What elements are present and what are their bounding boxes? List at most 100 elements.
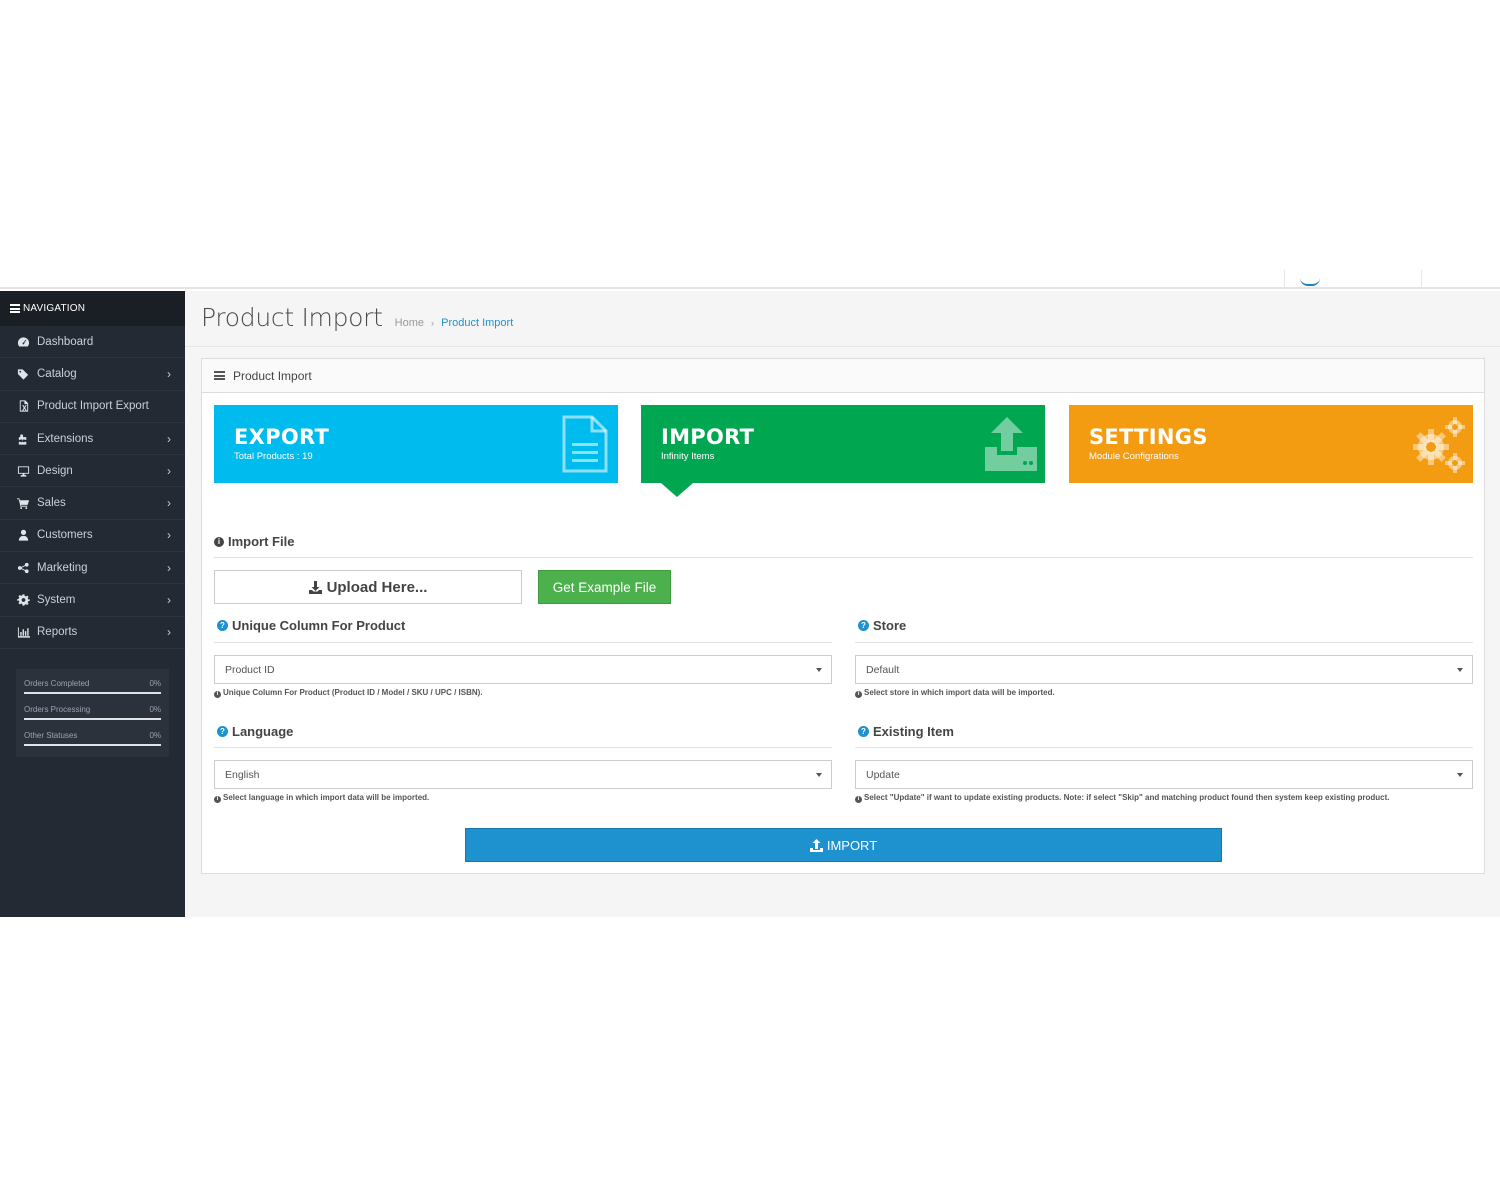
sidebar-item-product-import-export[interactable]: Product Import Export: [0, 391, 185, 423]
stat-progress-bar: [24, 691, 161, 694]
product-import-panel: Product Import EXPORT Total Products : 1…: [201, 358, 1485, 874]
breadcrumb-separator: ›: [431, 318, 435, 328]
help-text: Select language in which import data wil…: [223, 793, 430, 802]
puzzle-icon: [16, 433, 30, 445]
tile-title: SETTINGS: [1089, 425, 1208, 449]
section-divider: [855, 642, 1473, 643]
navigation-heading[interactable]: NAVIGATION: [0, 291, 185, 326]
help-text: Unique Column For Product (Product ID / …: [223, 688, 483, 697]
sidebar: NAVIGATION Dashboard Catalog › Product I…: [0, 291, 185, 917]
section-divider: [855, 747, 1473, 748]
sidebar-item-label: Marketing: [37, 561, 88, 574]
chevron-right-icon: ›: [167, 496, 171, 511]
user-icon: [16, 529, 30, 541]
question-icon: ?: [217, 726, 228, 737]
sidebar-item-sales[interactable]: Sales ›: [0, 487, 185, 520]
language-select[interactable]: English: [214, 760, 832, 789]
stat-progress-bar: [24, 717, 161, 720]
sidebar-item-label: Design: [37, 464, 73, 477]
import-button-label: IMPORT: [826, 837, 878, 853]
list-icon: [214, 370, 225, 382]
sidebar-item-label: Dashboard: [37, 335, 94, 348]
upload-button[interactable]: Upload Here...: [214, 570, 522, 604]
import-button[interactable]: IMPORT: [465, 828, 1222, 862]
chevron-right-icon: ›: [167, 625, 171, 640]
language-heading: ? Language: [217, 724, 293, 739]
panel-heading: Product Import: [202, 359, 1484, 393]
question-icon: ?: [217, 620, 228, 631]
user-avatar[interactable]: [1300, 278, 1320, 286]
header-divider: [1421, 270, 1422, 288]
download-icon: [308, 580, 322, 594]
store-help: i Select store in which import data will …: [855, 686, 1473, 699]
section-divider: [214, 557, 1473, 558]
chevron-right-icon: ›: [167, 463, 171, 478]
tile-title: EXPORT: [234, 425, 330, 449]
desktop-icon: [16, 465, 30, 477]
existing-item-select[interactable]: Update: [855, 760, 1473, 789]
upload-icon: [809, 838, 823, 852]
info-icon: i: [214, 796, 221, 803]
language-title: Language: [232, 724, 294, 739]
breadcrumb-home[interactable]: Home: [395, 317, 424, 329]
existing-item-help: i Select "Update" if want to update exist…: [855, 791, 1455, 804]
sidebar-item-design[interactable]: Design ›: [0, 455, 185, 488]
header-divider: [1284, 270, 1285, 288]
upload-icon: [985, 417, 1037, 471]
get-example-file-button[interactable]: Get Example File: [538, 570, 671, 604]
breadcrumb: Home › Product Import: [395, 317, 514, 329]
unique-column-heading: ? Unique Column For Product: [217, 618, 405, 633]
menu-icon: [10, 303, 20, 315]
stat-progress-bar: [24, 743, 161, 746]
sidebar-item-system[interactable]: System ›: [0, 584, 185, 617]
file-icon: [562, 415, 608, 473]
existing-item-title: Existing Item: [873, 724, 954, 739]
unique-column-select[interactable]: Product ID: [214, 655, 832, 684]
store-select[interactable]: Default: [855, 655, 1473, 684]
sidebar-item-label: Extensions: [37, 432, 94, 445]
breadcrumb-product-import[interactable]: Product Import: [441, 317, 513, 329]
existing-item-heading: ? Existing Item: [858, 724, 954, 739]
select-value: Default: [866, 663, 900, 676]
import-tile[interactable]: IMPORT Infinity Items: [641, 405, 1045, 483]
tile-subtitle: Module Configrations: [1089, 451, 1179, 462]
sidebar-item-marketing[interactable]: Marketing ›: [0, 552, 185, 585]
sidebar-item-dashboard[interactable]: Dashboard: [0, 326, 185, 359]
stat-label: Orders Processing: [24, 704, 91, 714]
sidebar-item-label: Customers: [37, 529, 93, 542]
tile-subtitle: Infinity Items: [661, 451, 715, 462]
stat-label: Orders Completed: [24, 678, 90, 688]
export-tile[interactable]: EXPORT Total Products : 19: [214, 405, 618, 483]
settings-tile[interactable]: SETTINGS Module Configrations: [1069, 405, 1473, 483]
cog-icon: [16, 594, 30, 606]
stat-orders-completed: Orders Completed 0%: [24, 673, 161, 699]
stat-value: 0%: [149, 730, 161, 740]
tile-title: IMPORT: [661, 425, 755, 449]
sidebar-item-label: Product Import Export: [37, 400, 149, 413]
cogs-icon: [1413, 417, 1465, 473]
tags-icon: [16, 368, 30, 380]
dashboard-icon: [16, 336, 30, 348]
store-title: Store: [873, 618, 907, 633]
unique-column-title: Unique Column For Product: [232, 618, 406, 633]
sidebar-item-extensions[interactable]: Extensions ›: [0, 423, 185, 456]
top-header: [0, 0, 1500, 289]
sidebar-item-customers[interactable]: Customers ›: [0, 520, 185, 553]
chevron-right-icon: ›: [167, 431, 171, 446]
sidebar-item-label: Catalog: [37, 367, 77, 380]
sidebar-item-label: Sales: [37, 497, 66, 510]
sidebar-item-reports[interactable]: Reports ›: [0, 617, 185, 649]
sidebar-item-catalog[interactable]: Catalog ›: [0, 358, 185, 391]
stat-value: 0%: [149, 704, 161, 714]
info-icon: i: [855, 796, 862, 803]
page-title: Product Import: [201, 303, 383, 332]
order-stats: Orders Completed 0% Orders Processing 0%…: [16, 668, 169, 757]
unique-column-help: i Unique Column For Product (Product ID /…: [214, 686, 832, 699]
sidebar-item-label: System: [37, 594, 76, 607]
select-value: Update: [866, 768, 900, 781]
help-text: Select store in which import data will b…: [864, 688, 1055, 697]
select-value: English: [225, 768, 260, 781]
info-icon: i: [214, 691, 221, 698]
caret-down-icon: [816, 773, 822, 777]
chevron-right-icon: ›: [167, 593, 171, 608]
